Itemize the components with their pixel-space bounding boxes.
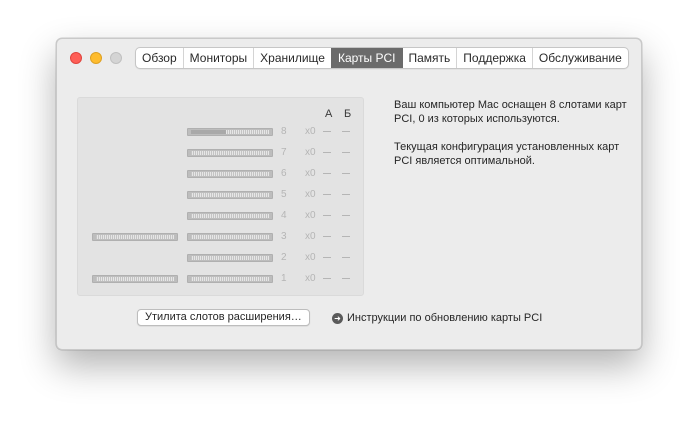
- pci-slot-graphic: [187, 149, 273, 157]
- slot-column-a-value: [323, 257, 331, 258]
- pci-slot-graphic: [187, 212, 273, 220]
- tab-pci-cards[interactable]: Карты PCI: [330, 48, 402, 68]
- slot-number: 3: [281, 231, 287, 242]
- slot-number: 5: [281, 189, 287, 200]
- slot-lane-width: x0: [305, 231, 316, 242]
- pci-slots-panel: А Б 8 x0 7 x0 6 x0 5 x0 4 x0 3 x0 2 x0 1 x0: [77, 97, 364, 296]
- secondary-slot-graphic: [92, 233, 178, 241]
- pci-slot-row: 7 x0: [78, 146, 363, 160]
- slot-column-a-value: [323, 152, 331, 153]
- configuration-status-text: Текущая конфигурация установленных карт …: [394, 141, 620, 167]
- slot-number: 8: [281, 126, 287, 137]
- pci-slot-row: 6 x0: [78, 167, 363, 181]
- slot-lane-width: x0: [305, 273, 316, 284]
- slot-column-a-value: [323, 215, 331, 216]
- slot-lane-width: x0: [305, 126, 316, 137]
- tab-displays[interactable]: Мониторы: [182, 48, 253, 68]
- slot-lane-width: x0: [305, 189, 316, 200]
- slot-lane-width: x0: [305, 252, 316, 263]
- slot-column-a-value: [323, 173, 331, 174]
- pci-slot-graphic: [187, 254, 273, 262]
- slot-lane-width: x0: [305, 168, 316, 179]
- column-header-a: А: [325, 108, 333, 120]
- help-link-label: Инструкции по обновлению карты PCI: [347, 312, 543, 324]
- slot-lane-width: x0: [305, 210, 316, 221]
- arrow-right-circle-icon: ➜: [332, 312, 343, 324]
- tab-memory[interactable]: Память: [401, 48, 457, 68]
- zoom-window-button[interactable]: [110, 52, 122, 64]
- minimize-window-button[interactable]: [90, 52, 102, 64]
- tab-support[interactable]: Поддержка: [456, 48, 532, 68]
- slot-column-a-value: [323, 131, 331, 132]
- pci-slot-row: 2 x0: [78, 251, 363, 265]
- slot-column-b-value: [342, 215, 350, 216]
- pci-slot-graphic: [187, 128, 273, 136]
- pci-slot-graphic: [187, 275, 273, 283]
- pci-slot-row: 1 x0: [78, 272, 363, 286]
- pci-slot-graphic: [187, 191, 273, 199]
- close-window-button[interactable]: [70, 52, 82, 64]
- pci-slot-row: 5 x0: [78, 188, 363, 202]
- tab-overview[interactable]: Обзор: [136, 48, 183, 68]
- secondary-slot-graphic: [92, 275, 178, 283]
- slot-number: 6: [281, 168, 287, 179]
- slot-lane-width: x0: [305, 147, 316, 158]
- slot-number: 4: [281, 210, 287, 221]
- slot-column-b-value: [342, 173, 350, 174]
- slot-column-a-value: [323, 194, 331, 195]
- tab-bar: Обзор Мониторы Хранилище Карты PCI Памят…: [135, 47, 629, 69]
- slot-number: 2: [281, 252, 287, 263]
- slot-count-text: Ваш компьютер Mac оснащен 8 слотами карт…: [394, 99, 627, 125]
- tab-storage[interactable]: Хранилище: [253, 48, 331, 68]
- slot-column-a-value: [323, 278, 331, 279]
- slot-column-b-value: [342, 236, 350, 237]
- pci-slot-row: 8 x0: [78, 125, 363, 139]
- pci-slot-row: 3 x0: [78, 230, 363, 244]
- slot-column-a-value: [323, 236, 331, 237]
- pci-slot-graphic: [187, 170, 273, 178]
- pci-upgrade-instructions-link[interactable]: ➜ Инструкции по обновлению карты PCI: [332, 312, 542, 324]
- tab-service[interactable]: Обслуживание: [531, 48, 628, 68]
- slot-column-b-value: [342, 131, 350, 132]
- slot-column-b-value: [342, 278, 350, 279]
- system-info-window: Обзор Мониторы Хранилище Карты PCI Памят…: [56, 38, 642, 350]
- slot-column-b-value: [342, 194, 350, 195]
- slot-number: 1: [281, 273, 287, 284]
- slot-fill: [191, 130, 227, 134]
- column-header-b: Б: [344, 108, 352, 120]
- slot-column-b-value: [342, 152, 350, 153]
- pci-slot-graphic: [187, 233, 273, 241]
- slot-number: 7: [281, 147, 287, 158]
- pci-slot-row: 4 x0: [78, 209, 363, 223]
- expansion-slot-utility-button[interactable]: Утилита слотов расширения…: [137, 309, 310, 326]
- slot-column-b-value: [342, 257, 350, 258]
